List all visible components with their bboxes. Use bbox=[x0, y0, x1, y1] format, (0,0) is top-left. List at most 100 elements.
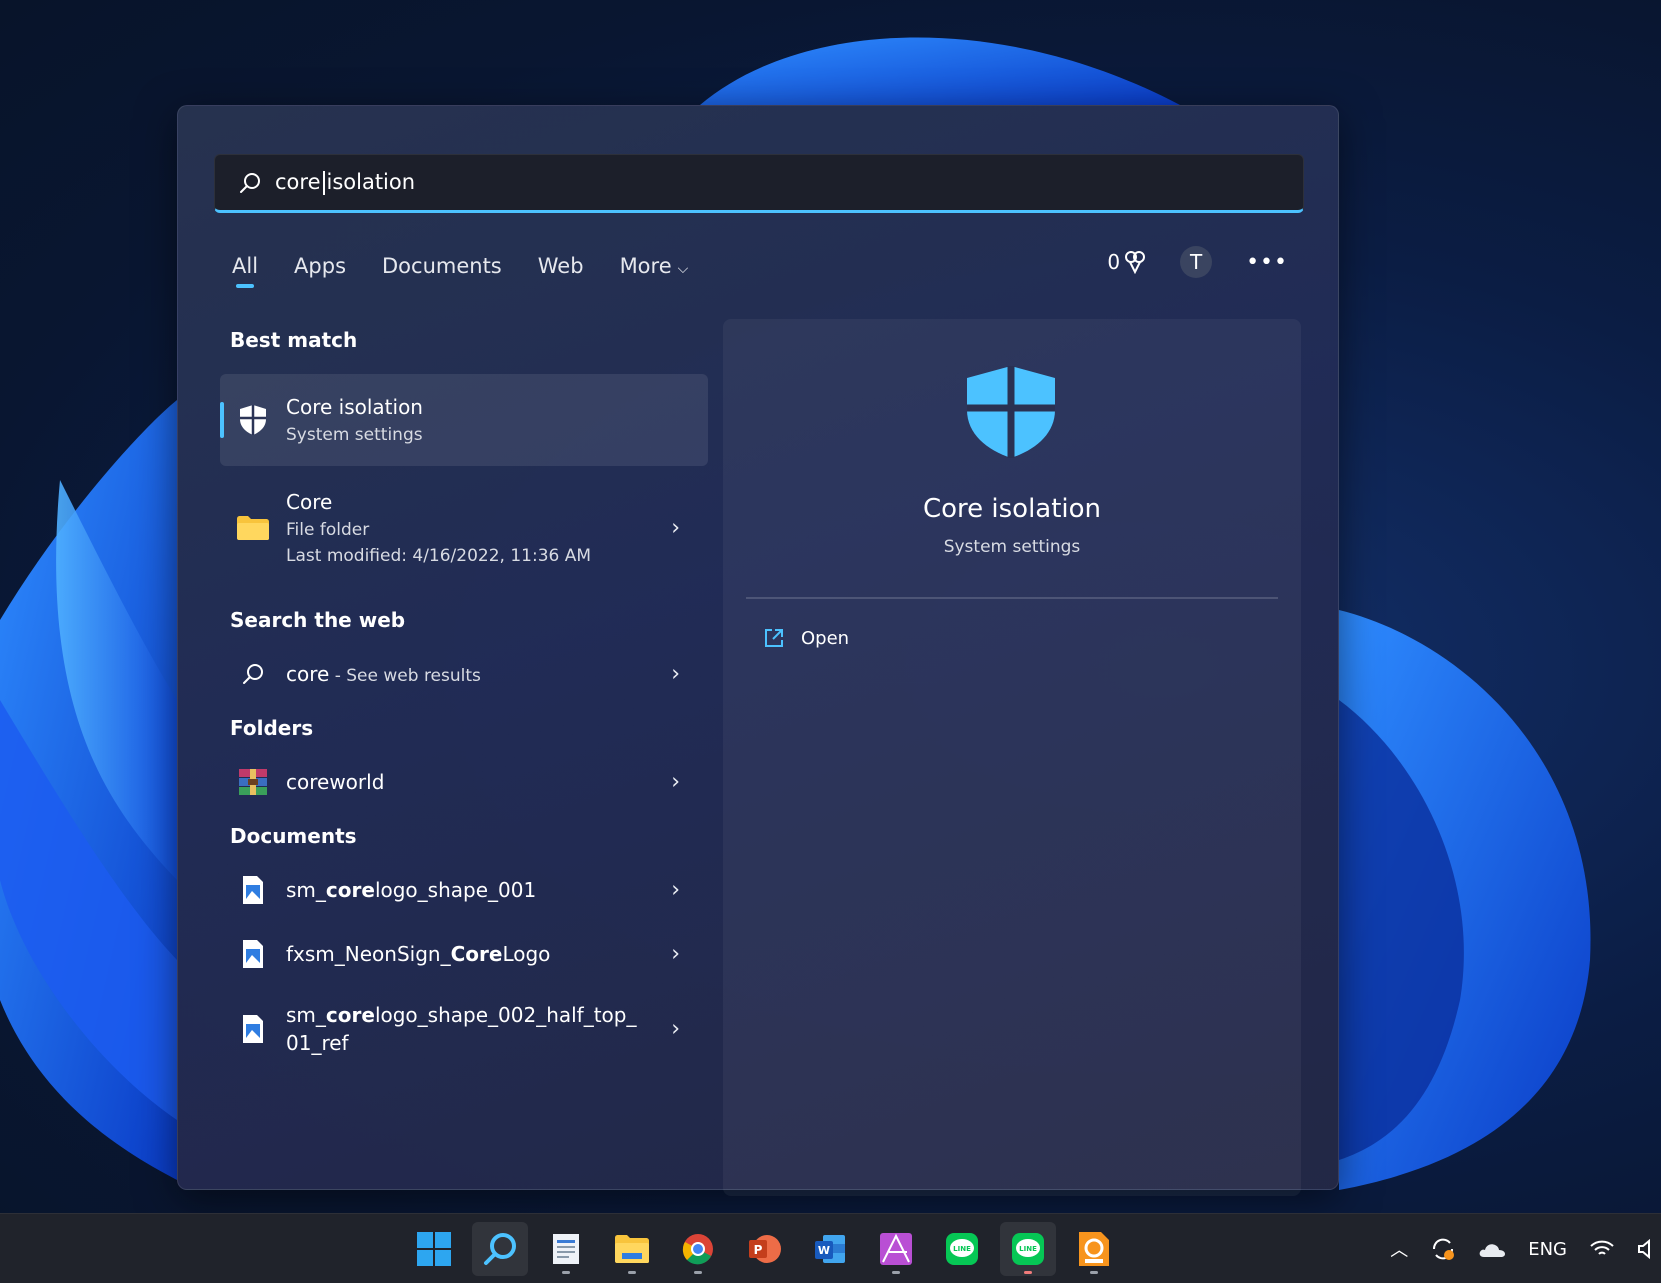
best-match-title: Core isolation bbox=[286, 395, 423, 419]
image-file-icon bbox=[236, 937, 270, 971]
open-action[interactable]: Open bbox=[763, 627, 849, 649]
chevron-right-icon: › bbox=[671, 661, 680, 687]
result-document-2[interactable]: fxsm_NeonSign_CoreLogo › bbox=[220, 926, 708, 982]
search-input[interactable]: core isolation bbox=[214, 154, 1304, 213]
wifi-icon[interactable] bbox=[1589, 1239, 1615, 1259]
pdf-reader-icon bbox=[1079, 1232, 1109, 1266]
coreworld-text: coreworld bbox=[286, 770, 384, 794]
running-indicator bbox=[562, 1271, 570, 1274]
avatar[interactable]: T bbox=[1180, 246, 1213, 278]
taskbar-apps: P W LINE LINE bbox=[406, 1222, 1122, 1276]
rewards-points: 0 bbox=[1107, 250, 1121, 274]
web-search-text: core - See web results bbox=[286, 662, 481, 686]
doc-name-match: core bbox=[325, 878, 375, 902]
result-web-search[interactable]: core - See web results › bbox=[220, 646, 708, 702]
affinity-icon bbox=[880, 1233, 912, 1265]
search-flyout: core isolation All Apps Documents Web Mor… bbox=[177, 105, 1339, 1196]
taskbar-file-explorer[interactable] bbox=[604, 1222, 660, 1276]
tab-apps[interactable]: Apps bbox=[294, 254, 346, 288]
running-indicator bbox=[1024, 1271, 1032, 1274]
image-file-icon bbox=[236, 873, 270, 907]
result-core-folder[interactable]: Core File folder Last modified: 4/16/202… bbox=[220, 474, 708, 582]
word-icon: W bbox=[815, 1235, 845, 1263]
shield-icon bbox=[967, 366, 1055, 458]
results-list: Best match Core isolation System setting… bbox=[220, 328, 708, 1068]
tab-more[interactable]: More ⌵ bbox=[620, 254, 689, 288]
chevron-right-icon: › bbox=[671, 769, 680, 795]
line-app-icon: LINE bbox=[1012, 1233, 1044, 1265]
result-document-3[interactable]: sm_corelogo_shape_002_half_top_ 01_ref › bbox=[220, 990, 708, 1068]
system-tray: ︿ ENG bbox=[1390, 1214, 1661, 1283]
search-icon bbox=[237, 170, 263, 196]
taskbar-affinity[interactable] bbox=[868, 1222, 924, 1276]
running-indicator bbox=[892, 1271, 900, 1274]
taskbar-search[interactable] bbox=[472, 1222, 528, 1276]
chevron-down-icon: ⌵ bbox=[677, 261, 689, 277]
folder-name: coreworld bbox=[286, 770, 385, 794]
windows-logo-icon bbox=[417, 1232, 451, 1266]
best-match-text: Core isolation System settings bbox=[286, 395, 423, 445]
web-query: core bbox=[286, 662, 330, 686]
language-indicator[interactable]: ENG bbox=[1528, 1239, 1567, 1260]
start-button[interactable] bbox=[406, 1222, 462, 1276]
folder-icon bbox=[236, 511, 270, 545]
filter-tabs: All Apps Documents Web More ⌵ bbox=[232, 254, 688, 288]
svg-text:LINE: LINE bbox=[1019, 1245, 1037, 1253]
query-text-after: isolation bbox=[326, 170, 416, 194]
search-icon bbox=[484, 1233, 516, 1265]
taskbar-chrome[interactable] bbox=[670, 1222, 726, 1276]
more-options-icon[interactable]: ••• bbox=[1246, 250, 1288, 275]
result-document-1[interactable]: sm_corelogo_shape_001 › bbox=[220, 862, 708, 918]
onedrive-cloud-icon[interactable] bbox=[1478, 1240, 1506, 1258]
chevron-up-icon[interactable]: ︿ bbox=[1390, 1236, 1408, 1262]
running-indicator bbox=[694, 1271, 702, 1274]
result-folder-coreworld[interactable]: coreworld › bbox=[220, 754, 708, 810]
trophy-icon bbox=[1125, 251, 1146, 274]
taskbar-line-2[interactable]: LINE bbox=[1000, 1222, 1056, 1276]
search-icon bbox=[236, 657, 270, 691]
doc-name-pre: sm_ bbox=[286, 878, 326, 902]
chevron-right-icon: › bbox=[671, 877, 680, 903]
doc-name-pre: fxsm_NeonSign_ bbox=[286, 942, 451, 966]
wordpad-icon bbox=[553, 1234, 579, 1264]
open-external-icon bbox=[765, 629, 783, 647]
text-caret bbox=[322, 171, 325, 195]
doc-name-match: core bbox=[325, 1003, 375, 1027]
best-match-core-isolation[interactable]: Core isolation System settings bbox=[220, 374, 708, 466]
section-search-web: Search the web bbox=[230, 608, 406, 632]
section-folders: Folders bbox=[230, 716, 314, 740]
taskbar-word[interactable]: W bbox=[802, 1222, 858, 1276]
document-3-text: sm_corelogo_shape_002_half_top_ 01_ref bbox=[286, 1003, 637, 1055]
taskbar-pdf-reader[interactable] bbox=[1066, 1222, 1122, 1276]
taskbar-wordpad[interactable] bbox=[538, 1222, 594, 1276]
rewards-button[interactable]: 0 bbox=[1107, 250, 1146, 274]
chevron-right-icon: › bbox=[671, 941, 680, 967]
search-query[interactable]: core isolation bbox=[275, 170, 415, 195]
chrome-icon bbox=[682, 1234, 713, 1265]
tab-all[interactable]: All bbox=[232, 254, 258, 288]
header-actions: 0 T ••• bbox=[1107, 246, 1288, 278]
file-explorer-icon bbox=[615, 1235, 649, 1263]
detail-pane: Core isolation System settings Open bbox=[723, 319, 1301, 1196]
doc-name-pre: sm_ bbox=[286, 1003, 326, 1027]
detail-divider bbox=[746, 597, 1278, 599]
section-documents: Documents bbox=[230, 824, 357, 848]
shield-icon bbox=[236, 403, 270, 437]
section-best-match: Best match bbox=[230, 328, 358, 352]
doc-name-post: logo_shape_001 bbox=[374, 878, 537, 902]
tab-documents[interactable]: Documents bbox=[382, 254, 502, 288]
detail-subtitle: System settings bbox=[943, 537, 1081, 557]
svg-text:W: W bbox=[818, 1244, 830, 1257]
document-1-text: sm_corelogo_shape_001 bbox=[286, 878, 536, 902]
tab-more-label: More bbox=[619, 254, 672, 278]
line-app-icon: LINE bbox=[946, 1233, 978, 1265]
tab-web[interactable]: Web bbox=[538, 254, 584, 288]
taskbar-line[interactable]: LINE bbox=[934, 1222, 990, 1276]
taskbar: P W LINE LINE ︿ ENG bbox=[0, 1213, 1661, 1283]
sync-icon[interactable] bbox=[1430, 1236, 1456, 1262]
doc-name-post: Logo bbox=[502, 942, 551, 966]
image-file-icon bbox=[236, 1012, 270, 1046]
open-label: Open bbox=[801, 627, 850, 649]
taskbar-powerpoint[interactable]: P bbox=[736, 1222, 792, 1276]
volume-icon[interactable] bbox=[1637, 1239, 1651, 1259]
